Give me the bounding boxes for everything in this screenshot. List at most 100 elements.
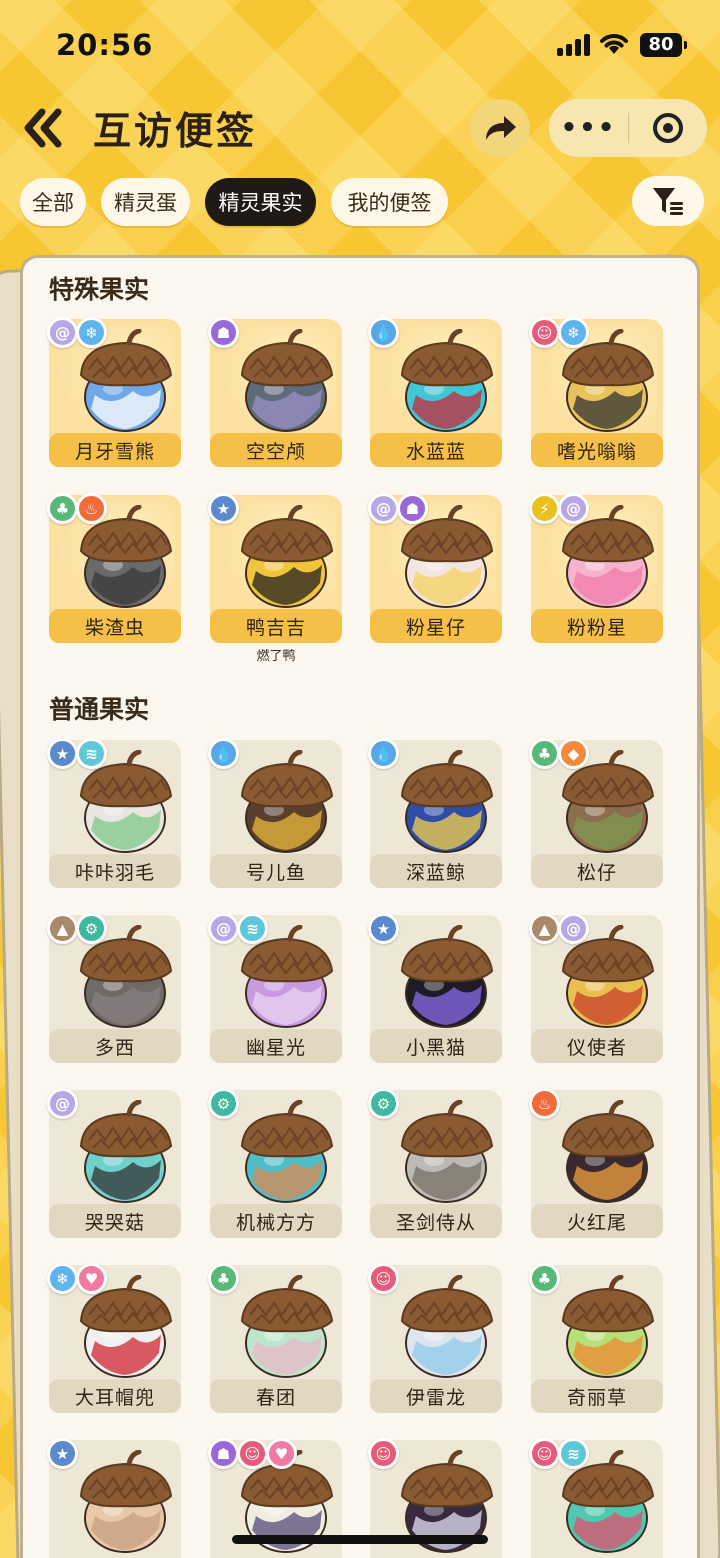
fruit-card[interactable]: @ 哭哭菇 — [47, 1088, 181, 1238]
fruit-name: 鸭吉吉 — [210, 609, 342, 643]
fruit-card[interactable]: 💧 水蓝蓝 — [368, 317, 502, 467]
acorn-fruit-icon — [240, 329, 334, 432]
type-water-icon: 💧 — [368, 738, 399, 769]
type-electric-icon: ⚡ — [529, 493, 560, 524]
back-icon[interactable] — [20, 106, 68, 150]
fruit-name: 粉粉星 — [531, 609, 663, 643]
fruit-card[interactable]: @ ❄ 月牙雪熊 — [47, 317, 181, 467]
fruit-card[interactable]: ▲ @ 仪使者 — [529, 913, 663, 1063]
fruit-name: 火红尾 — [531, 1204, 663, 1238]
type-psychic-icon: @ — [558, 913, 589, 944]
type-psychic-icon: @ — [47, 317, 78, 348]
fruit-name: 圣剑侍从 — [370, 1204, 502, 1238]
tab-fruits[interactable]: 精灵果实 — [205, 178, 316, 226]
fruit-name: 空空颅 — [210, 433, 342, 467]
fruit-card[interactable]: 💧 深蓝鲸 — [368, 738, 502, 888]
fruit-card[interactable]: 💧 号儿鱼 — [208, 738, 342, 888]
section-title-normal: 普通果实 — [49, 695, 150, 724]
type-psychic-icon: @ — [368, 493, 399, 524]
type-machine-icon: ⚙ — [368, 1088, 399, 1119]
fruit-name: 嗜光嗡嗡 — [531, 433, 663, 467]
fruit-card[interactable]: ▲ ⚙ 多西 — [47, 913, 181, 1063]
type-rock-icon: ◆ — [558, 738, 589, 769]
fruit-card[interactable]: ♨ 火红尾 — [529, 1088, 663, 1238]
section-title-special: 特殊果实 — [49, 275, 150, 304]
fruit-name: 幽星光 — [210, 1029, 342, 1063]
fruit-name: 机械方方 — [210, 1204, 342, 1238]
fruit-card[interactable]: @ ≋ 幽星光 — [208, 913, 342, 1063]
acorn-fruit-icon — [240, 750, 334, 853]
fruit-card[interactable]: ★ 小黑猫 — [368, 913, 502, 1063]
type-psychic-icon: @ — [208, 913, 239, 944]
type-heart-icon: ♥ — [76, 1263, 107, 1294]
type-earth-icon: ▲ — [47, 913, 78, 944]
type-demon-icon: ☺ — [529, 1438, 560, 1469]
type-grass-icon: ♣ — [47, 493, 78, 524]
type-fire-icon: ♨ — [529, 1088, 560, 1119]
target-icon — [653, 113, 683, 143]
type-wing-icon: ≋ — [237, 913, 268, 944]
fruit-card[interactable]: ★ ≋ 咔咔羽毛 — [47, 738, 181, 888]
fruit-card[interactable]: ☺ ≋ — [529, 1438, 663, 1558]
type-wing-icon: ≋ — [558, 1438, 589, 1469]
fruit-card[interactable]: ⚡ @ 粉粉星 — [529, 493, 663, 643]
type-machine-icon: ⚙ — [76, 913, 107, 944]
type-heart-icon: ♥ — [266, 1438, 297, 1469]
type-demon-icon: ☺ — [368, 1438, 399, 1469]
fruit-name: 松仔 — [531, 854, 663, 888]
acorn-fruit-icon — [240, 1275, 334, 1378]
fruit-card[interactable]: ⚙ 机械方方 — [208, 1088, 342, 1238]
fruit-card[interactable]: ★ 鸭吉吉 — [208, 493, 342, 643]
acorn-fruit-icon — [240, 1100, 334, 1203]
type-fire-icon: ♨ — [76, 493, 107, 524]
fruit-name: 水蓝蓝 — [370, 433, 502, 467]
fruit-name: 多西 — [49, 1029, 181, 1063]
fruit-name: 柴渣虫 — [49, 609, 181, 643]
tab-all[interactable]: 全部 — [20, 178, 86, 226]
fruit-card[interactable]: ☺ ❄ 嗜光嗡嗡 — [529, 317, 663, 467]
fruit-card[interactable]: ♣ ♨ 柴渣虫 — [47, 493, 181, 643]
type-demon-icon: ☺ — [368, 1263, 399, 1294]
fruit-name: 深蓝鲸 — [370, 854, 502, 888]
type-ice-icon: ❄ — [558, 317, 589, 348]
fruit-card[interactable]: ♣ 春团 — [208, 1263, 342, 1413]
acorn-fruit-icon — [400, 1100, 494, 1203]
type-normal-icon: ★ — [208, 493, 239, 524]
status-time: 20:56 — [56, 28, 154, 62]
close-miniapp-button[interactable] — [629, 99, 707, 157]
share-button[interactable] — [470, 99, 530, 157]
more-button[interactable]: ••• — [549, 99, 628, 157]
fruit-card[interactable]: ♣ 奇丽草 — [529, 1263, 663, 1413]
type-psychic-icon: @ — [558, 493, 589, 524]
fruit-name: 号儿鱼 — [210, 854, 342, 888]
fruit-name: 春团 — [210, 1379, 342, 1413]
fruit-card[interactable]: ★ — [47, 1438, 181, 1558]
acorn-fruit-icon — [400, 925, 494, 1028]
share-icon — [486, 116, 516, 140]
type-normal-icon: ★ — [368, 913, 399, 944]
type-normal-icon: ★ — [47, 738, 78, 769]
fruit-card[interactable]: ♣ ◆ 松仔 — [529, 738, 663, 888]
filter-button[interactable] — [632, 176, 704, 226]
fruit-card[interactable]: ☗ 空空颅 — [208, 317, 342, 467]
fruit-card[interactable]: ❄ ♥ 大耳帽兜 — [47, 1263, 181, 1413]
type-ice-icon: ❄ — [76, 317, 107, 348]
type-ghost-icon: ☗ — [397, 493, 428, 524]
type-machine-icon: ⚙ — [208, 1088, 239, 1119]
type-demon-icon: ☺ — [237, 1438, 268, 1469]
fruit-name: 小黑猫 — [370, 1029, 502, 1063]
fruit-name: 月牙雪熊 — [49, 433, 181, 467]
cellular-signal-icon — [557, 34, 591, 56]
type-grass-icon: ♣ — [529, 738, 560, 769]
tab-eggs[interactable]: 精灵蛋 — [101, 178, 190, 226]
fruit-name: 仪使者 — [531, 1029, 663, 1063]
tab-my-notes[interactable]: 我的便签 — [331, 178, 448, 226]
acorn-fruit-icon — [79, 1100, 173, 1203]
type-normal-icon: ★ — [47, 1438, 78, 1469]
fruit-card[interactable]: ☺ 伊雷龙 — [368, 1263, 502, 1413]
fruit-card[interactable]: ⚙ 圣剑侍从 — [368, 1088, 502, 1238]
battery-indicator: 80 — [640, 33, 687, 57]
type-wing-icon: ≋ — [76, 738, 107, 769]
fruit-card[interactable]: @ ☗ 粉星仔 — [368, 493, 502, 643]
miniapp-capsule: ••• — [549, 99, 707, 157]
